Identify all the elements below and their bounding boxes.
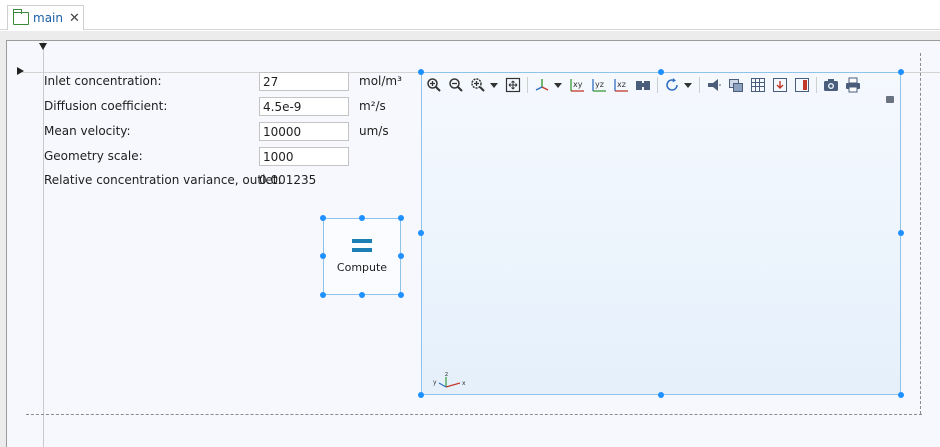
camera-view-icon[interactable] [634, 76, 652, 94]
zoom-menu-chevron-down-icon[interactable] [490, 82, 498, 88]
variance-label: Relative concentration variance, outlet: [44, 173, 282, 187]
folder-icon [12, 8, 29, 25]
tab-label: main [33, 11, 63, 25]
mean-velocity-input[interactable] [259, 122, 349, 141]
row-marker-icon[interactable] [17, 67, 24, 75]
selection-handle[interactable] [359, 215, 365, 221]
form-right-boundary [920, 53, 921, 414]
transparency-icon[interactable] [727, 76, 745, 94]
xz-view-icon[interactable]: xz [612, 76, 630, 94]
inlet-concentration-input[interactable] [259, 72, 349, 91]
editor-tab-bar: main ✕ [0, 0, 940, 30]
compute-button[interactable]: Compute [323, 218, 401, 295]
yz-view-icon[interactable]: yz [590, 76, 608, 94]
zoom-extents-icon[interactable] [504, 76, 522, 94]
selection-handle[interactable] [418, 69, 424, 75]
scene-light-icon[interactable] [705, 76, 723, 94]
graphics-window[interactable]: xy yz xz z x y [421, 72, 901, 395]
selection-handle[interactable] [418, 230, 424, 236]
selection-handle[interactable] [359, 292, 365, 298]
toolbar-separator [816, 77, 817, 93]
diffusion-coefficient-label: Diffusion coefficient: [44, 99, 168, 113]
mean-velocity-unit: um/s [359, 124, 389, 138]
print-icon[interactable] [844, 76, 862, 94]
selection-handle[interactable] [398, 292, 404, 298]
column-marker-icon[interactable] [39, 43, 47, 50]
view-axis-icon[interactable] [533, 76, 551, 94]
view-menu-chevron-down-icon[interactable] [554, 82, 562, 88]
variance-value: 0.001235 [259, 173, 317, 187]
triad-z-label: z [445, 371, 448, 378]
selection-handle[interactable] [398, 253, 404, 259]
toolbar-separator [657, 77, 658, 93]
toolbar-separator [527, 77, 528, 93]
render-down-icon[interactable] [771, 76, 789, 94]
form-bottom-boundary [26, 414, 922, 415]
selection-handle[interactable] [320, 292, 326, 298]
rotate-menu-chevron-down-icon[interactable] [684, 82, 692, 88]
inlet-concentration-unit: mol/m³ [359, 74, 402, 88]
svg-text:xz: xz [617, 80, 626, 89]
graphics-toolbar: xy yz xz [425, 74, 866, 96]
zoom-out-icon[interactable] [447, 76, 465, 94]
triad-x-label: x [462, 380, 466, 387]
zoom-box-icon[interactable] [469, 76, 487, 94]
selection-handle[interactable] [898, 392, 904, 398]
selection-handle[interactable] [898, 230, 904, 236]
rotate-icon[interactable] [663, 76, 681, 94]
diffusion-coefficient-unit: m²/s [359, 99, 386, 113]
axis-triad-icon: z x y [433, 371, 466, 388]
selection-handle[interactable] [418, 392, 424, 398]
toolbar-separator [699, 77, 700, 93]
tab-main[interactable]: main ✕ [7, 5, 84, 30]
svg-text:xy: xy [573, 80, 583, 89]
inlet-concentration-label: Inlet concentration: [44, 74, 162, 88]
selection-handle[interactable] [398, 215, 404, 221]
compute-label: Compute [336, 261, 388, 274]
selection-handle[interactable] [658, 69, 664, 75]
geometry-scale-input[interactable] [259, 147, 349, 166]
color-legend-icon[interactable] [793, 76, 811, 94]
wireframe-icon[interactable] [749, 76, 767, 94]
geometry-scale-label: Geometry scale: [44, 149, 143, 163]
equals-icon [352, 239, 372, 253]
zoom-in-icon[interactable] [425, 76, 443, 94]
diffusion-coefficient-input[interactable] [259, 97, 349, 116]
triad-y-label: y [433, 379, 437, 386]
selection-handle[interactable] [658, 392, 664, 398]
svg-text:yz: yz [595, 80, 604, 89]
screenshot-icon[interactable] [822, 76, 840, 94]
close-icon[interactable]: ✕ [69, 11, 80, 26]
selection-handle[interactable] [320, 215, 326, 221]
selection-handle[interactable] [320, 253, 326, 259]
xy-view-icon[interactable]: xy [568, 76, 586, 94]
selection-handle[interactable] [898, 69, 904, 75]
mean-velocity-label: Mean velocity: [44, 124, 131, 138]
window-mini-icon[interactable] [886, 96, 894, 103]
